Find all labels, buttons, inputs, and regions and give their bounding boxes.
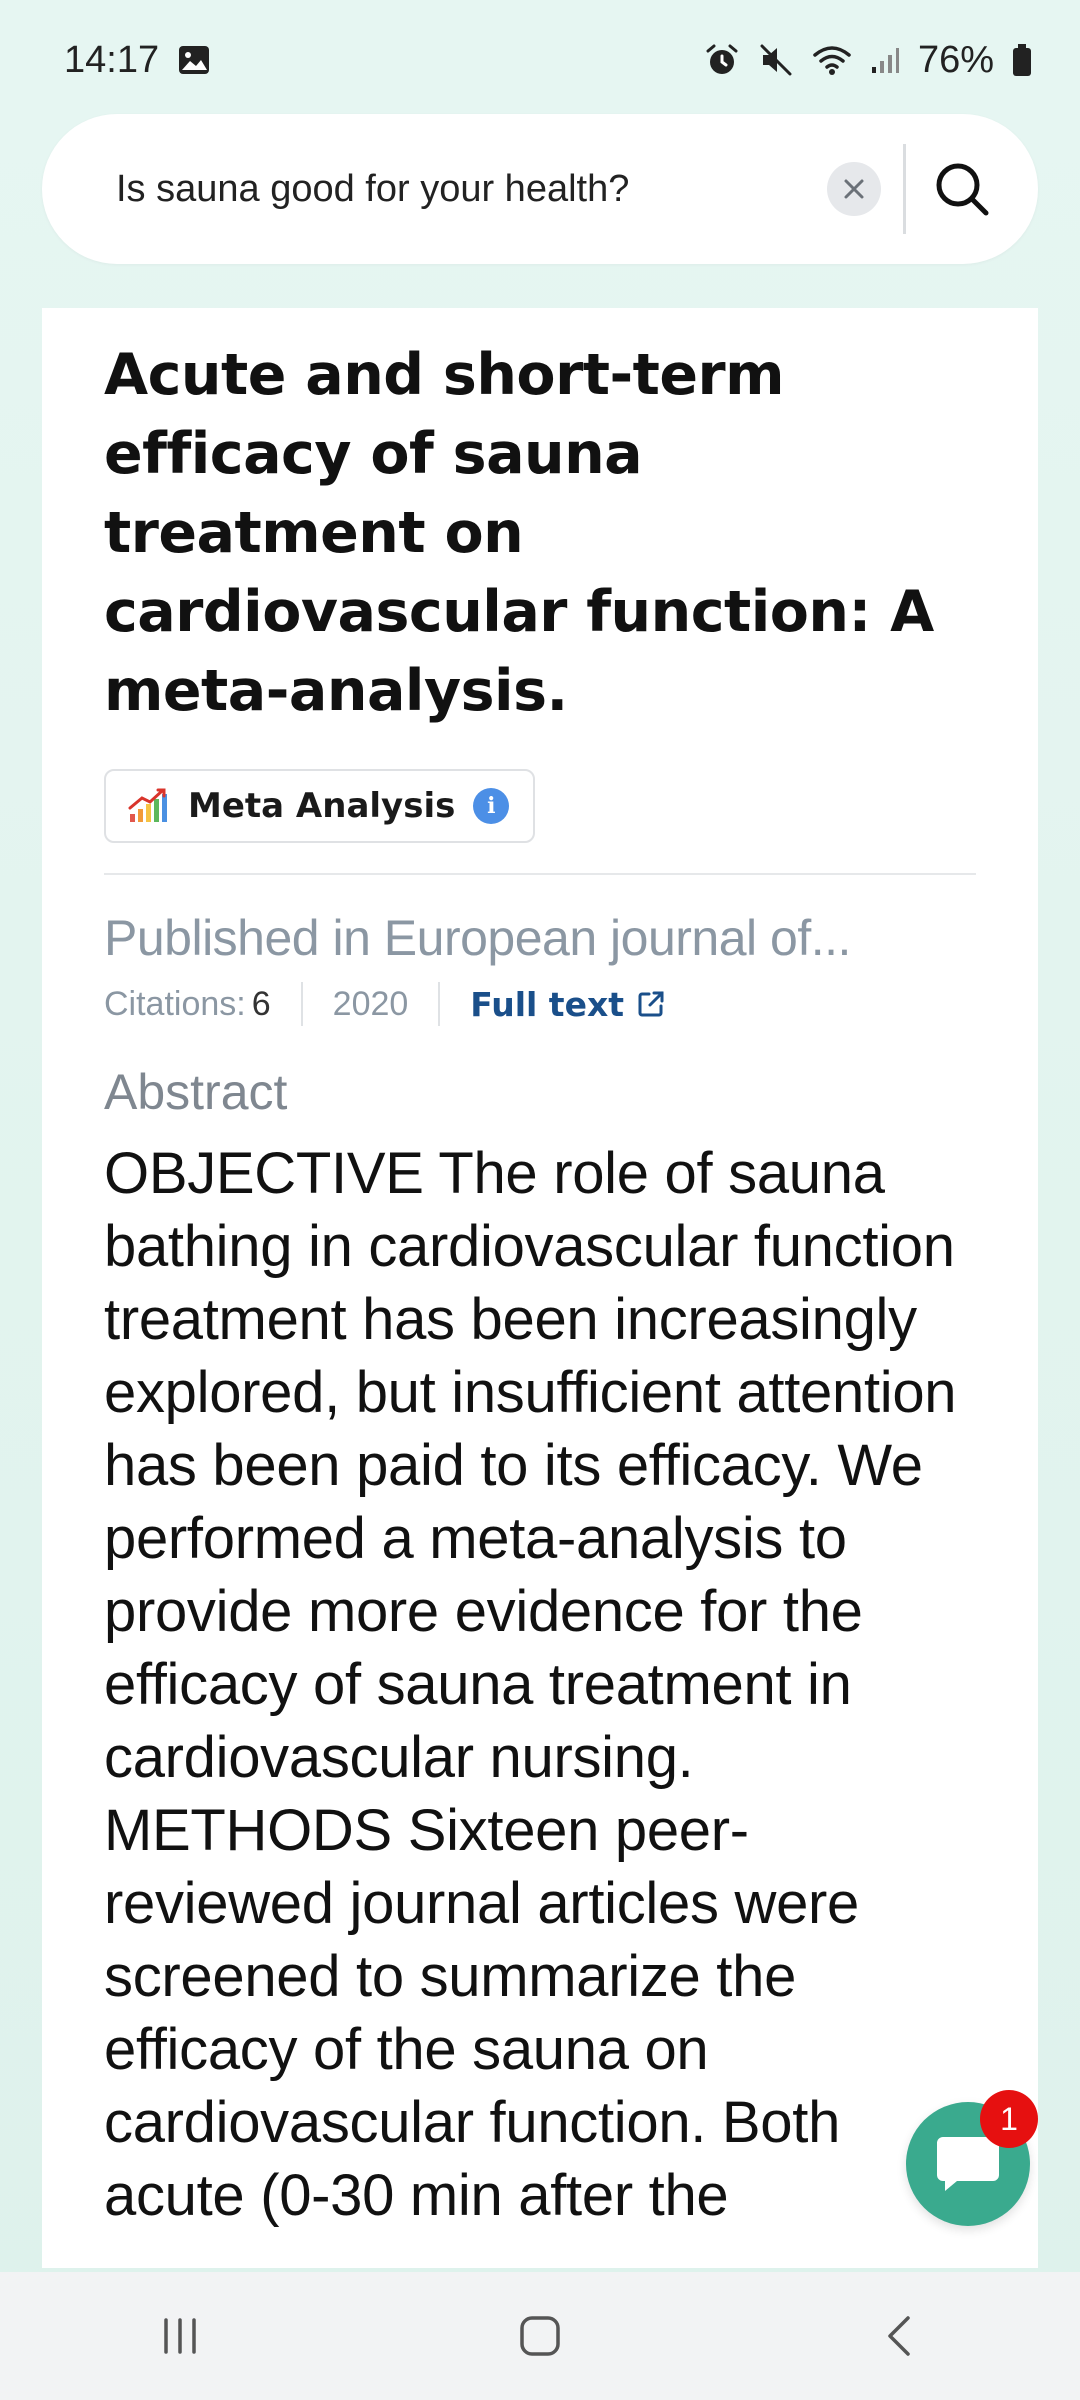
abstract-heading: Abstract: [104, 1064, 288, 1120]
system-nav-bar: [0, 2272, 1080, 2400]
search-bar: [42, 114, 1038, 264]
search-button[interactable]: [932, 159, 992, 219]
publication-year: 2020: [332, 984, 409, 1023]
battery-percent: 76%: [917, 38, 994, 81]
badge-label: Meta Analysis: [188, 786, 456, 826]
clear-search-button[interactable]: [827, 162, 881, 216]
published-in: Published in European journal of...: [104, 910, 851, 966]
search-input[interactable]: [116, 167, 827, 211]
mute-icon: [758, 42, 794, 78]
home-icon: [520, 2316, 560, 2356]
meta-separator: [300, 982, 303, 1026]
gallery-icon: [177, 43, 211, 77]
status-time: 14:17: [64, 38, 160, 81]
search-icon: [936, 163, 989, 216]
meta-separator: [438, 982, 441, 1026]
full-text-link[interactable]: Full text: [470, 985, 666, 1024]
section-divider: [104, 873, 976, 875]
back-icon: [888, 2316, 910, 2356]
abstract-text: OBJECTIVE The role of sauna bathing in c…: [104, 1141, 957, 2228]
citations-label: Citations:: [104, 984, 246, 1023]
paper-title: Acute and short-term efficacy of sauna t…: [104, 342, 934, 724]
close-icon: [844, 179, 864, 199]
search-divider: [903, 144, 906, 234]
status-bar: 14:17 76%: [0, 0, 1080, 120]
paper-card: Acute and short-term efficacy of sauna t…: [42, 308, 1038, 2268]
citations-count: 6: [251, 984, 271, 1023]
alarm-icon: [704, 42, 740, 78]
signal-icon: [870, 45, 900, 75]
recent-apps-button[interactable]: [120, 2286, 240, 2386]
paper-meta-row: Citations: 6 2020 Full text: [104, 981, 976, 1027]
wifi-icon: [812, 43, 852, 77]
study-type-badge[interactable]: Meta Analysis i: [104, 769, 536, 843]
notification-badge: 1: [980, 2090, 1038, 2148]
status-right: 76%: [704, 39, 1032, 82]
home-button[interactable]: [480, 2286, 600, 2386]
status-left: 14:17: [64, 39, 211, 82]
recent-apps-icon: [164, 2318, 196, 2354]
chart-icon: [128, 788, 167, 822]
info-icon[interactable]: i: [473, 788, 510, 824]
back-button[interactable]: [840, 2286, 960, 2386]
full-text-label: Full text: [470, 984, 625, 1024]
battery-icon: [1012, 43, 1032, 77]
external-link-icon: [638, 991, 664, 1017]
